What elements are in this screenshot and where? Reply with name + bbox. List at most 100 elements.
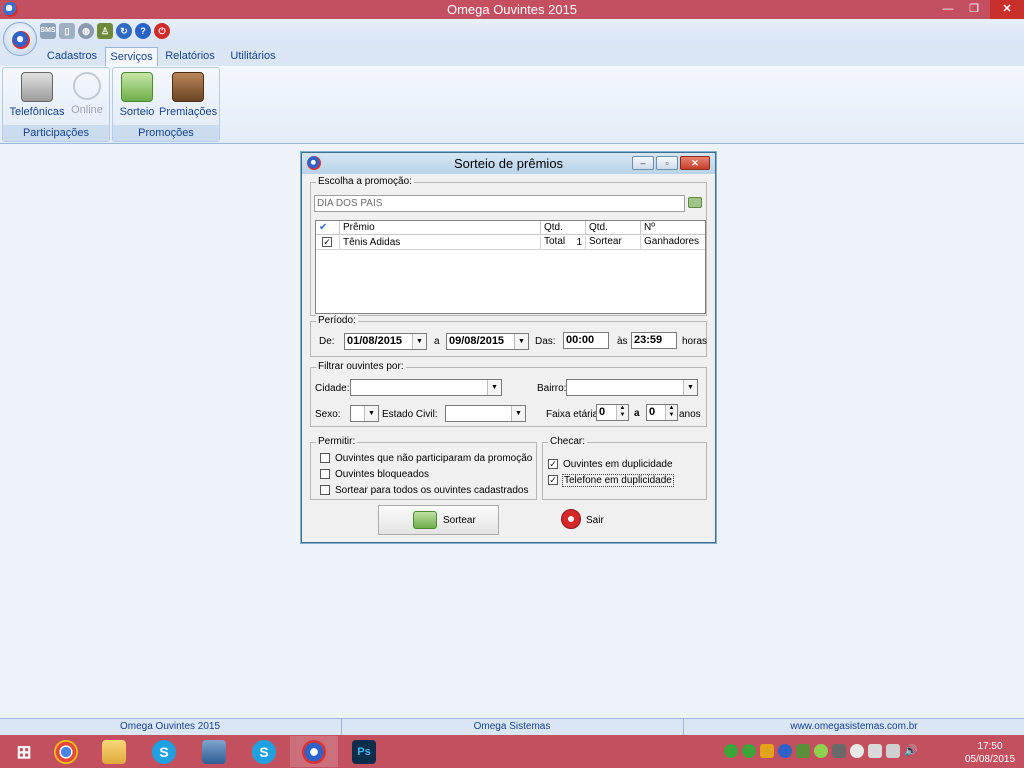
data-inicio-picker[interactable]: 01/08/2015 ▼ — [344, 333, 427, 350]
tab-relatorios[interactable]: Relatórios — [161, 47, 219, 66]
tray-app-icon[interactable] — [796, 744, 810, 758]
nao-participaram-label[interactable]: Ouvintes que não participaram da promoçã… — [335, 453, 532, 464]
taskbar-clock[interactable]: 17:50 05/08/2015 — [960, 740, 1020, 766]
dialog-close-button[interactable]: ✕ — [680, 156, 710, 170]
help-icon[interactable]: ? — [135, 23, 151, 39]
sexo-select[interactable]: ▼ — [350, 405, 379, 422]
refresh-icon[interactable]: ↻ — [116, 23, 132, 39]
dialog-title-bar: Sorteio de prêmios – ▫ ✕ — [302, 153, 715, 174]
sms-icon[interactable]: SMS — [40, 23, 56, 39]
volume-icon[interactable]: 🔊 — [904, 744, 918, 758]
skype-icon: S — [152, 740, 176, 764]
ouvintes-duplicidade-label[interactable]: Ouvintes em duplicidade — [563, 459, 673, 470]
chevron-down-icon[interactable]: ▼ — [514, 334, 528, 349]
chevron-down-icon[interactable]: ▼ — [412, 334, 426, 349]
bloqueados-checkbox[interactable] — [320, 469, 330, 479]
globe-icon[interactable]: ◍ — [78, 23, 94, 39]
tray-flag-icon[interactable] — [886, 744, 900, 758]
idade-max-stepper[interactable]: 0 ▲ ▼ — [646, 404, 678, 421]
grid-header-ganhadores[interactable]: Nº Ganhadores — [641, 221, 705, 247]
cidade-select[interactable]: ▼ — [350, 379, 502, 396]
bairro-select[interactable]: ▼ — [566, 379, 698, 396]
tab-servicos[interactable]: Serviços — [105, 47, 158, 66]
sorteio-button[interactable]: Sorteio — [117, 72, 157, 118]
horas-label: horas — [682, 336, 708, 347]
spin-arrows-icon[interactable]: ▲ ▼ — [616, 405, 628, 420]
application-menu-button[interactable] — [3, 22, 37, 56]
spin-arrows-icon[interactable]: ▲ ▼ — [665, 405, 677, 420]
quick-access-toolbar: SMS ▯ ◍ ♙ ↻ ? ⏻ — [40, 23, 170, 41]
tray-check-icon[interactable] — [742, 744, 756, 758]
grid-header-qtd-sortear[interactable]: Qtd. Sortear — [586, 221, 641, 247]
premiacoes-icon — [172, 72, 204, 102]
premiacoes-button[interactable]: Premiações — [159, 72, 217, 118]
telefone-duplicidade-label[interactable]: Telefone em duplicidade — [562, 474, 674, 487]
tab-cadastros[interactable]: Cadastros — [41, 47, 103, 66]
grid-header-premio[interactable]: Prêmio — [340, 221, 541, 235]
table-row-qtd-sortear[interactable] — [586, 236, 641, 250]
tray-cloud-icon[interactable] — [850, 744, 864, 758]
restore-button[interactable]: ❐ — [962, 0, 986, 19]
taskbar-photoshop[interactable]: Ps — [340, 736, 388, 767]
estado-civil-select[interactable]: ▼ — [445, 405, 526, 422]
sortear-todos-label[interactable]: Sortear para todos os ouvintes cadastrad… — [335, 485, 528, 496]
table-row-premio[interactable]: Tênis Adidas — [340, 236, 541, 250]
ouvintes-duplicidade-checkbox[interactable]: ✓ — [548, 459, 558, 469]
power-icon[interactable]: ⏻ — [154, 23, 170, 39]
telefone-duplicidade-checkbox[interactable]: ✓ — [548, 475, 558, 485]
close-button[interactable]: ✕ — [990, 0, 1024, 19]
taskbar-chrome[interactable] — [42, 736, 90, 767]
status-app-name: Omega Ouvintes 2015 — [119, 721, 221, 732]
status-bar: Omega Ouvintes 2015 Omega Sistemas www.o… — [0, 718, 1024, 736]
mobile-icon[interactable]: ▯ — [59, 23, 75, 39]
skype-icon: S — [252, 740, 276, 764]
chevron-down-icon[interactable]: ▼ — [487, 380, 501, 395]
tray-network-icon[interactable] — [868, 744, 882, 758]
table-row-qtd-total[interactable]: 1 — [541, 236, 586, 250]
title-bar: Omega Ouvintes 2015 — ❐ ✕ — [0, 0, 1024, 19]
tray-check-icon[interactable] — [724, 744, 738, 758]
tab-utilitarios[interactable]: Utilitários — [223, 47, 283, 66]
hora-fim-field[interactable]: 23:59 — [631, 332, 677, 349]
tray-omega-icon[interactable] — [778, 744, 792, 758]
tray-app-icon[interactable] — [832, 744, 846, 758]
nao-participaram-checkbox[interactable] — [320, 453, 330, 463]
idade-min-stepper[interactable]: 0 ▲ ▼ — [596, 404, 629, 421]
taskbar-explorer[interactable] — [90, 736, 138, 767]
bloqueados-label[interactable]: Ouvintes bloqueados — [335, 469, 429, 480]
sair-button[interactable]: Sair — [558, 507, 618, 533]
omega-logo-icon — [302, 740, 326, 764]
tray-app-icon[interactable] — [814, 744, 828, 758]
hora-inicio-field[interactable]: 00:00 — [563, 332, 609, 349]
group-participacoes-label: Participações — [3, 125, 109, 141]
table-row-ganhadores[interactable] — [641, 236, 705, 250]
taskbar-virtualbox[interactable] — [190, 736, 238, 767]
data-fim-picker[interactable]: 09/08/2015 ▼ — [446, 333, 529, 350]
grid-header-qtd-total[interactable]: Qtd. Total — [541, 221, 586, 247]
dialog-maximize-button[interactable]: ▫ — [656, 156, 678, 170]
taskbar-omega-ouvintes[interactable] — [290, 736, 338, 767]
sortear-button[interactable]: Sortear — [378, 505, 499, 535]
chevron-down-icon[interactable]: ▼ — [364, 406, 378, 421]
search-promocao-icon[interactable] — [688, 197, 702, 208]
promocao-field[interactable]: DIA DOS PAIS — [314, 195, 685, 212]
taskbar-skype[interactable]: S — [140, 736, 188, 767]
taskbar-skype-2[interactable]: S — [240, 736, 288, 767]
start-button[interactable]: ⊞ — [0, 736, 48, 767]
user-download-icon[interactable]: ♙ — [97, 23, 113, 39]
clock-time: 17:50 — [977, 741, 1003, 752]
sortear-todos-checkbox[interactable] — [320, 485, 330, 495]
minimize-button[interactable]: — — [936, 0, 960, 19]
row-checkbox[interactable]: ✓ — [322, 237, 332, 247]
grid-header-check-icon[interactable]: ✔ — [316, 221, 340, 235]
tray-app-icon[interactable] — [760, 744, 774, 758]
chevron-down-icon[interactable]: ▼ — [683, 380, 697, 395]
photoshop-icon: Ps — [352, 740, 376, 764]
online-button[interactable]: Online — [67, 72, 107, 116]
dialog-minimize-button[interactable]: – — [632, 156, 654, 170]
telefonicas-button[interactable]: Telefônicas — [9, 72, 65, 118]
chevron-down-icon[interactable]: ▼ — [511, 406, 525, 421]
table-row-check-cell: ✓ — [316, 236, 340, 250]
sorteio-icon — [413, 511, 437, 529]
sorteio-icon — [121, 72, 153, 102]
